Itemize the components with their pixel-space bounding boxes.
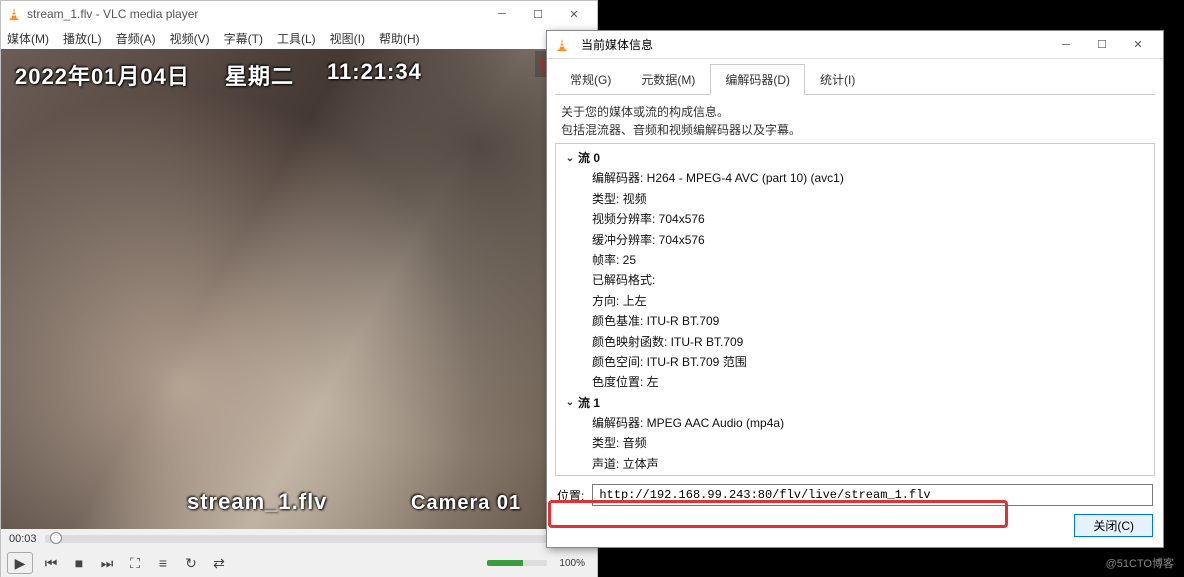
stream-0-header[interactable]: ⌄流 0 <box>558 148 1152 168</box>
type-row: 类型: 音频 <box>558 433 1152 453</box>
chevron-down-icon[interactable]: ⌄ <box>562 394 578 411</box>
media-info-dialog: 当前媒体信息 ─ ☐ ✕ 常规(G) 元数据(M) 编解码器(D) 统计(I) … <box>546 30 1164 548</box>
dialog-close-ok-button[interactable]: 关闭(C) <box>1074 514 1153 537</box>
menu-tools[interactable]: 工具(L) <box>277 30 316 47</box>
channels-row: 声道: 立体声 <box>558 454 1152 474</box>
location-label: 位置: <box>557 487 584 504</box>
tab-general[interactable]: 常规(G) <box>555 64 626 95</box>
resolution-row: 视频分辨率: 704x576 <box>558 209 1152 229</box>
fullscreen-button[interactable]: ⛶ <box>125 555 145 572</box>
tab-codec[interactable]: 编解码器(D) <box>710 64 805 95</box>
samplerate-row: 采样率: 16000 Hz <box>558 474 1152 476</box>
dialog-title: 当前媒体信息 <box>581 36 1049 53</box>
close-button[interactable]: ✕ <box>557 4 591 24</box>
color-space-row: 颜色空间: ITU-R BT.709 范围 <box>558 352 1152 372</box>
settings-button[interactable]: ≡ <box>153 555 173 571</box>
vlc-menubar: 媒体(M) 播放(L) 音频(A) 视频(V) 字幕(T) 工具(L) 视图(I… <box>1 27 597 49</box>
codec-row: 编解码器: H264 - MPEG-4 AVC (part 10) (avc1) <box>558 168 1152 188</box>
fps-row: 帧率: 25 <box>558 250 1152 270</box>
tab-bar: 常规(G) 元数据(M) 编解码器(D) 统计(I) <box>555 63 1155 95</box>
dialog-minimize-button[interactable]: ─ <box>1049 35 1083 55</box>
osd-weekday: 星期二 <box>225 59 294 91</box>
menu-view[interactable]: 视图(I) <box>330 30 365 47</box>
location-row: 位置: <box>555 476 1155 510</box>
color-primaries-row: 颜色基准: ITU-R BT.709 <box>558 311 1152 331</box>
seek-row: 00:03 -00:03 <box>1 529 597 549</box>
buffer-res-row: 缓冲分辨率: 704x576 <box>558 230 1152 250</box>
player-controls: ▶ ⏮ ■ ⏭ ⛶ ≡ ↻ ⇄ 100% <box>1 549 597 577</box>
tab-metadata[interactable]: 元数据(M) <box>626 64 710 95</box>
osd-date: 2022年01月04日 <box>15 59 190 91</box>
vlc-cone-icon <box>555 38 569 52</box>
watermark: @51CTO博客 <box>1106 555 1174 571</box>
dialog-maximize-button[interactable]: ☐ <box>1085 35 1119 55</box>
dialog-titlebar[interactable]: 当前媒体信息 ─ ☐ ✕ <box>547 31 1163 59</box>
play-button[interactable]: ▶ <box>7 552 33 574</box>
osd-stream-name: stream_1.flv <box>187 489 327 515</box>
vlc-window-title: stream_1.flv - VLC media player <box>27 7 485 21</box>
minimize-button[interactable]: ─ <box>485 4 519 24</box>
chroma-row: 色度位置: 左 <box>558 372 1152 392</box>
menu-help[interactable]: 帮助(H) <box>379 30 420 47</box>
loop-button[interactable]: ↻ <box>181 555 201 572</box>
vlc-cone-icon <box>7 7 21 21</box>
orientation-row: 方向: 上左 <box>558 291 1152 311</box>
stream-1-header[interactable]: ⌄流 1 <box>558 393 1152 413</box>
tab-statistics[interactable]: 统计(I) <box>805 64 870 95</box>
prev-button[interactable]: ⏮ <box>41 555 61 572</box>
menu-video[interactable]: 视频(V) <box>170 30 210 47</box>
codec-tree[interactable]: ⌄流 0 编解码器: H264 - MPEG-4 AVC (part 10) (… <box>555 143 1155 476</box>
osd-camera: Camera 01 <box>411 492 521 515</box>
decoded-row: 已解码格式: <box>558 270 1152 290</box>
chevron-down-icon[interactable]: ⌄ <box>562 150 578 167</box>
next-button[interactable]: ⏭ <box>97 555 117 572</box>
time-elapsed[interactable]: 00:03 <box>9 533 37 545</box>
volume-slider[interactable] <box>487 560 547 566</box>
location-input[interactable] <box>592 484 1153 506</box>
video-area[interactable]: 论英雄 2022年01月04日 星期二 11:21:34 stream_1.fl… <box>1 49 597 529</box>
vlc-main-window: stream_1.flv - VLC media player ─ ☐ ✕ 媒体… <box>0 0 598 577</box>
menu-media[interactable]: 媒体(M) <box>7 30 49 47</box>
seek-knob[interactable] <box>50 532 62 544</box>
osd-time: 11:21:34 <box>327 59 422 85</box>
dialog-close-button[interactable]: ✕ <box>1121 35 1155 55</box>
codec-row: 编解码器: MPEG AAC Audio (mp4a) <box>558 413 1152 433</box>
stop-button[interactable]: ■ <box>69 555 89 571</box>
codec-description: 关于您的媒体或流的构成信息。 包括混流器、音频和视频编解码器以及字幕。 <box>555 95 1155 143</box>
shuffle-button[interactable]: ⇄ <box>209 555 229 572</box>
menu-audio[interactable]: 音频(A) <box>116 30 156 47</box>
transfer-row: 颜色映射函数: ITU-R BT.709 <box>558 332 1152 352</box>
menu-playback[interactable]: 播放(L) <box>63 30 102 47</box>
type-row: 类型: 视频 <box>558 189 1152 209</box>
seek-bar[interactable] <box>45 535 550 543</box>
menu-subtitle[interactable]: 字幕(T) <box>224 30 263 47</box>
vlc-titlebar[interactable]: stream_1.flv - VLC media player ─ ☐ ✕ <box>1 1 597 27</box>
maximize-button[interactable]: ☐ <box>521 4 555 24</box>
volume-percent: 100% <box>559 558 585 569</box>
